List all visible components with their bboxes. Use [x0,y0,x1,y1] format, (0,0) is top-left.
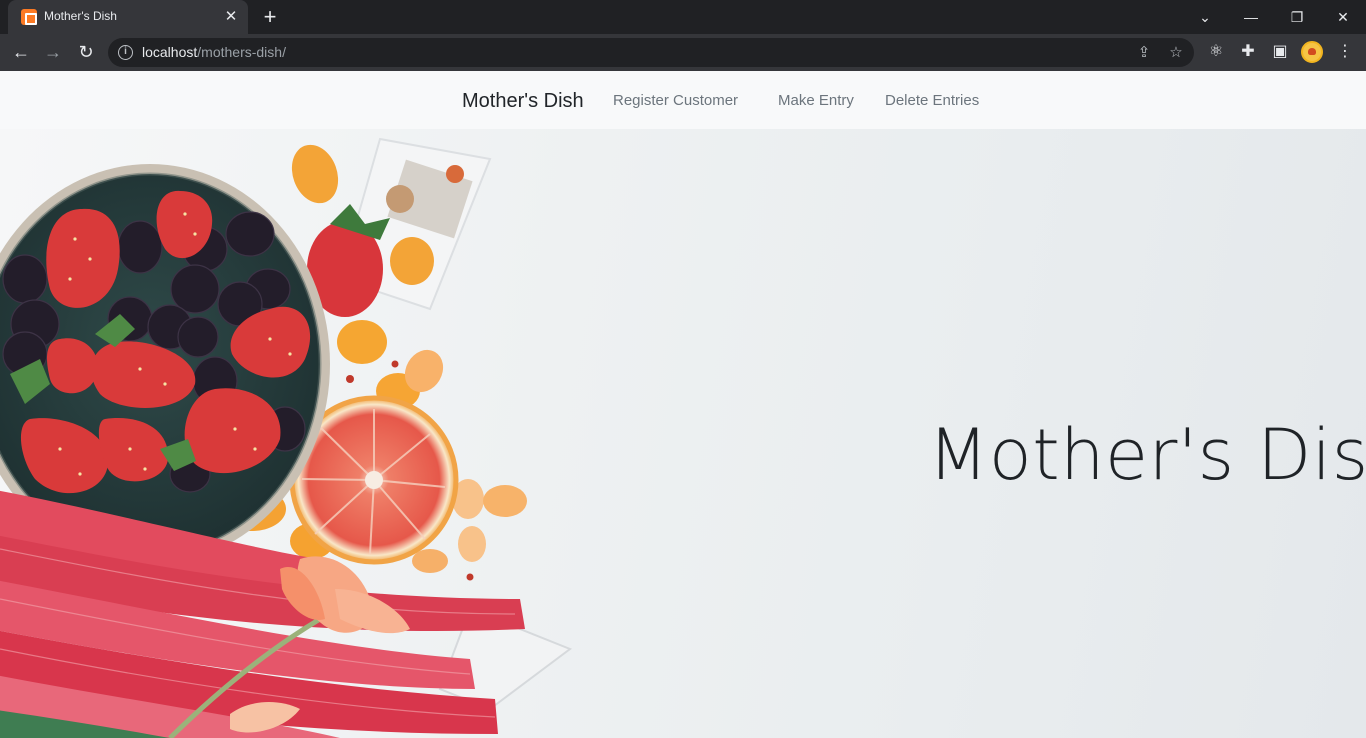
close-icon[interactable]: ✕ [222,8,240,26]
puzzle-icon[interactable]: ✚ [1237,41,1259,63]
star-icon[interactable]: ☆ [1166,43,1186,63]
site-navbar: Mother's Dish Register Customer Make Ent… [0,71,1366,129]
react-icon[interactable]: ⚛ [1205,41,1227,63]
browser-toolbar: ← → ↻ i localhost/mothers-dish/ ⇪ ☆ ⚛ ✚ … [0,34,1366,71]
url-text[interactable]: localhost/mothers-dish/ [142,44,286,60]
share-icon[interactable]: ⇪ [1134,43,1154,63]
favicon-icon [21,9,37,25]
plus-icon[interactable]: + [258,6,282,28]
side-panel-icon[interactable]: ▣ [1269,41,1291,63]
reload-icon[interactable]: ↻ [73,40,99,64]
hero-title: Mother's Dish [928,414,1366,496]
browser-tab[interactable]: Mother's Dish ✕ [8,0,248,34]
web-page: Mother's Dish Register Customer Make Ent… [0,71,1366,738]
navbar-brand[interactable]: Mother's Dish [462,90,584,113]
nav-register-customer[interactable]: Register Customer [613,92,738,109]
info-icon[interactable]: i [118,45,133,60]
chevron-down-icon[interactable]: ⌄ [1194,6,1216,28]
hero-banner: Mother's Dish [0,129,1366,738]
forward-arrow-icon[interactable]: → [40,40,66,64]
close-window-icon[interactable]: ✕ [1332,6,1354,28]
nav-make-entry[interactable]: Make Entry [778,92,854,109]
avatar[interactable] [1301,41,1323,63]
nav-delete-entries[interactable]: Delete Entries [885,92,979,109]
url-host: localhost [142,44,198,60]
tab-title: Mother's Dish [44,9,117,23]
restore-icon[interactable]: ❐ [1286,6,1308,28]
back-arrow-icon[interactable]: ← [8,40,34,64]
url-path: /mothers-dish/ [197,44,286,60]
address-bar[interactable]: i localhost/mothers-dish/ ⇪ ☆ [108,38,1194,67]
tab-bar: Mother's Dish ✕ + ⌄ — ❐ ✕ [0,0,1366,34]
minimize-icon[interactable]: — [1240,6,1262,28]
kebab-menu-icon[interactable]: ⋮ [1334,41,1356,63]
